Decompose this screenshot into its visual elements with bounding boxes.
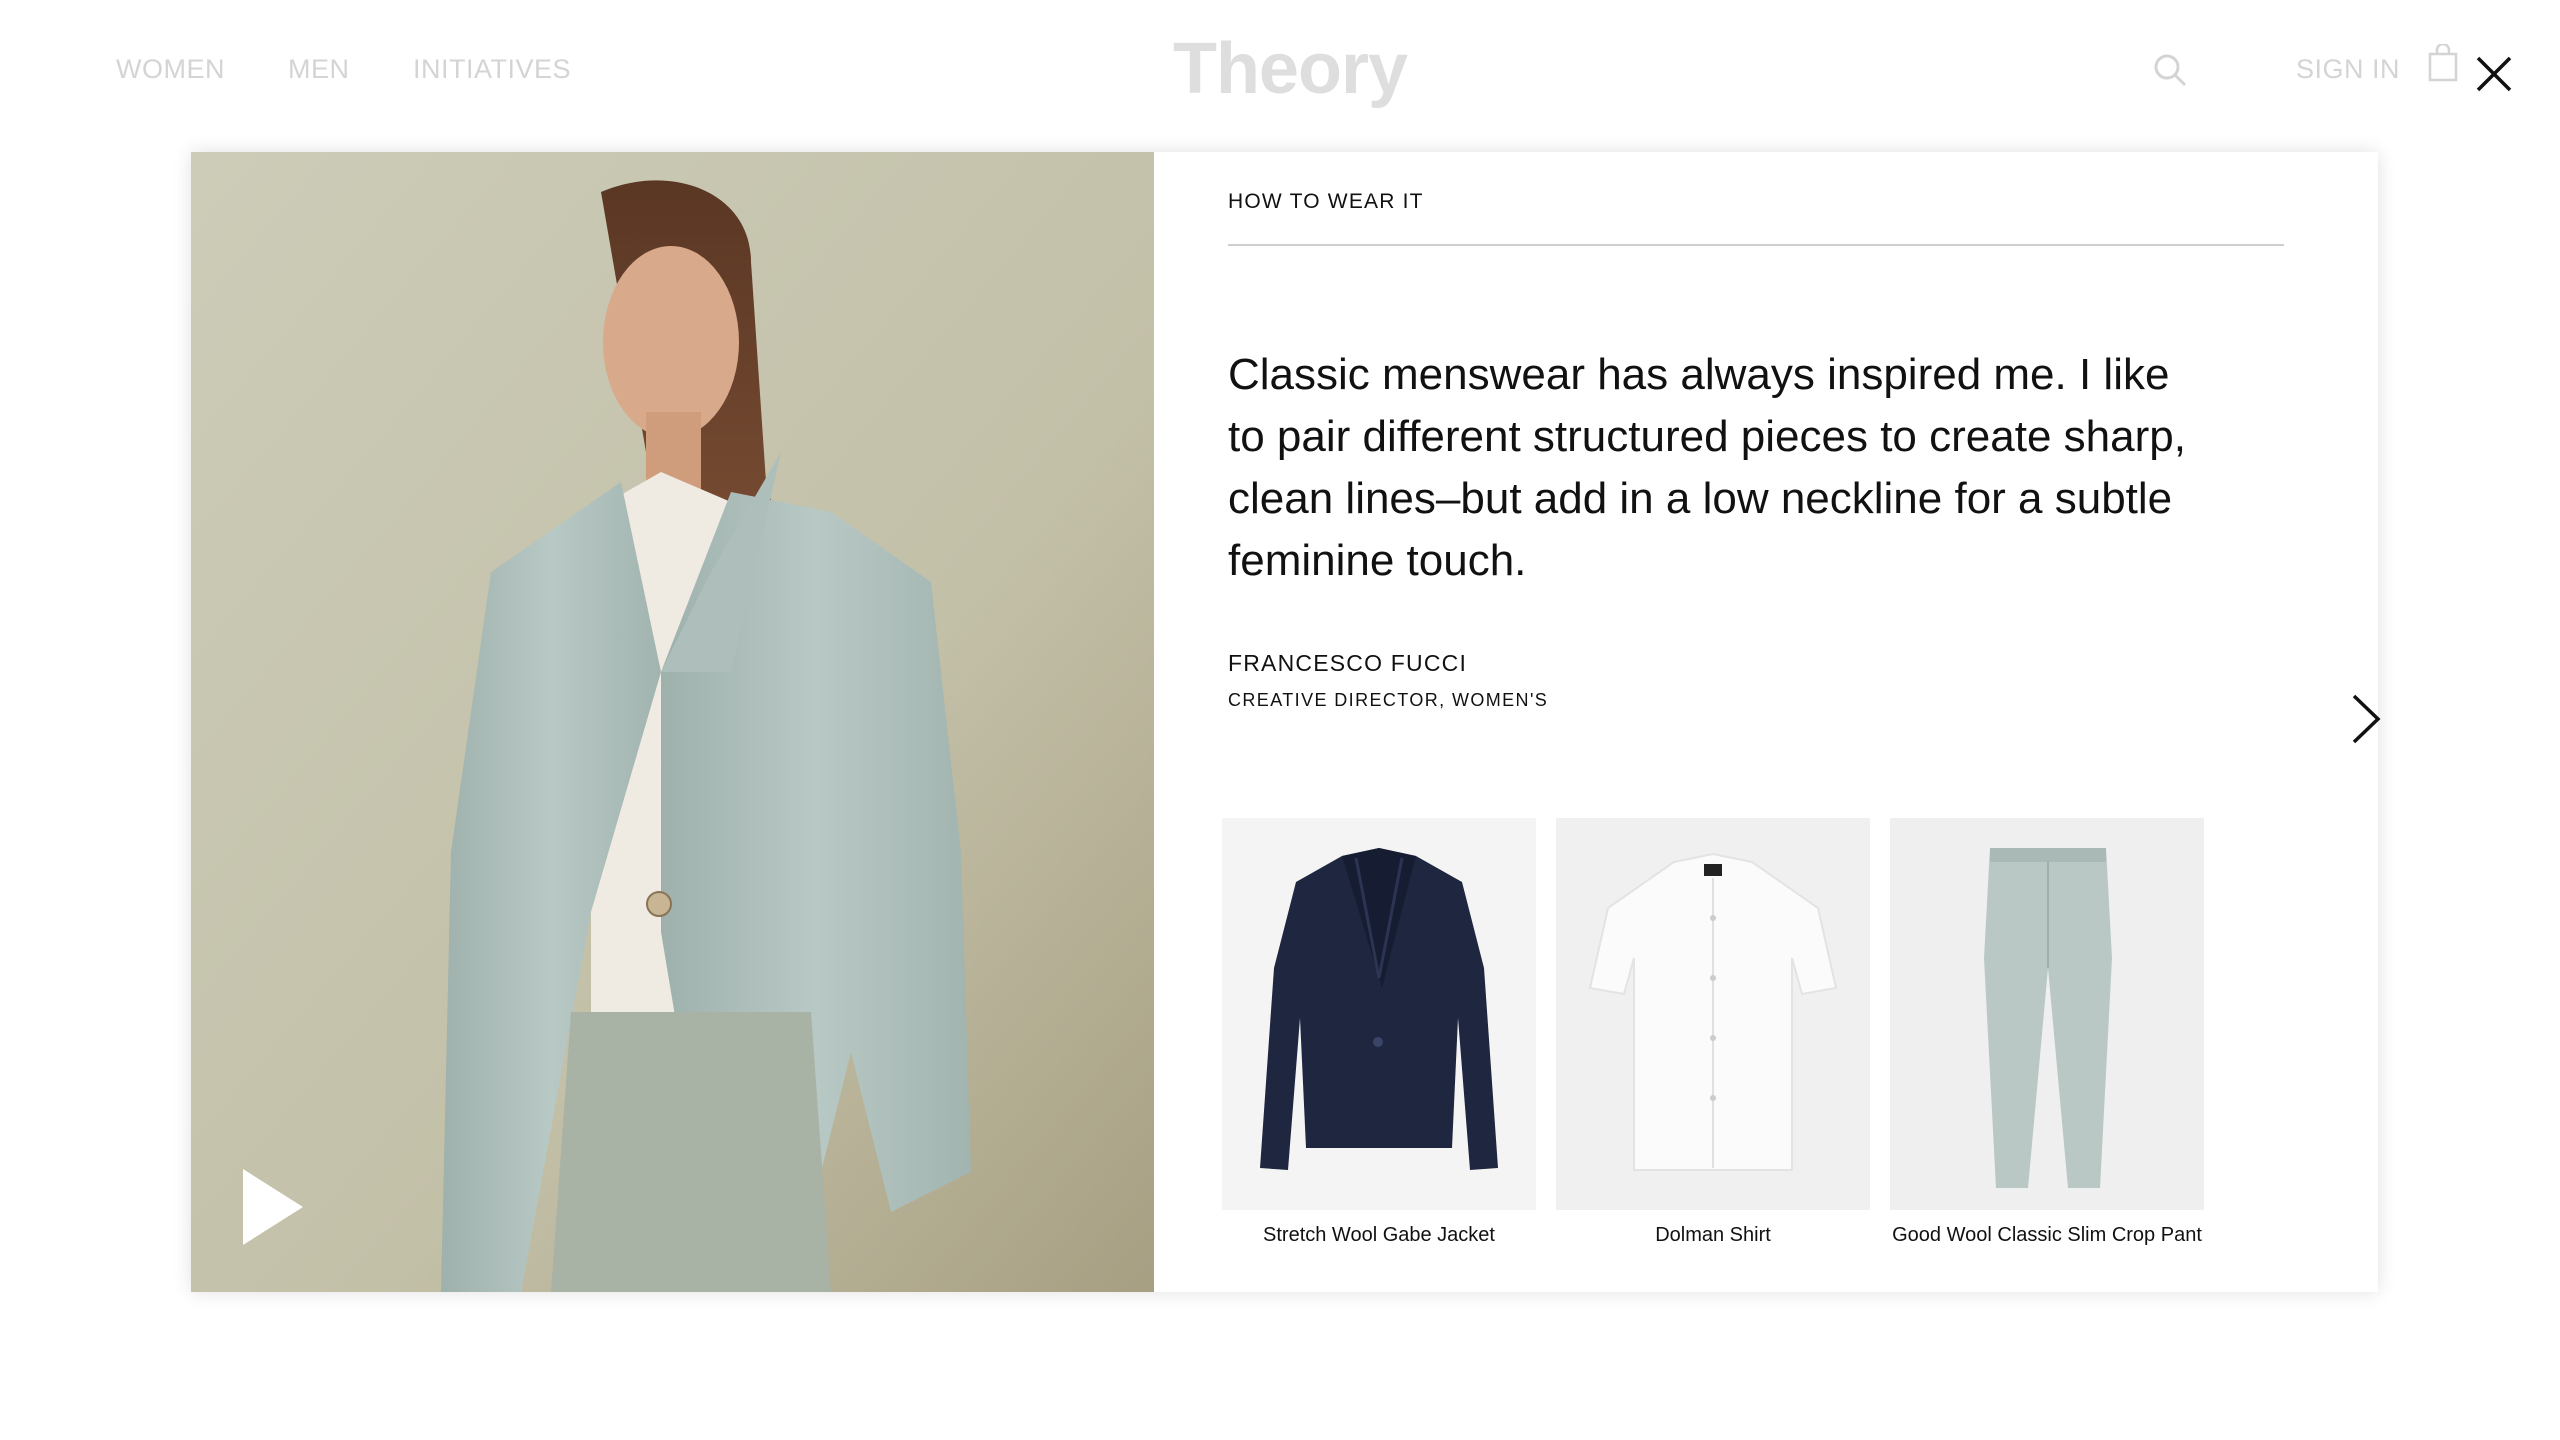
brand-logo[interactable]: Theory [1160,28,1420,110]
how-to-wear-modal: HOW TO WEAR IT Classic menswear has alwa… [191,152,2381,1292]
product-image-navy-blazer[interactable] [1222,818,1536,1210]
chevron-right-icon[interactable] [2348,692,2384,746]
designer-quote: Classic menswear has always inspired me.… [1228,350,2186,585]
product-image-mint-crop-pant[interactable] [1890,818,2204,1210]
product-name[interactable]: Stretch Wool Gabe Jacket [1222,1224,1536,1247]
section-eyebrow: HOW TO WEAR IT [1228,190,1424,213]
product-name[interactable]: Dolman Shirt [1556,1224,1870,1247]
nav-men[interactable]: MEN [288,54,350,85]
nav-initiatives[interactable]: INITIATIVES [413,54,571,85]
product-card[interactable]: Stretch Wool Gabe Jacket [1222,818,1536,1247]
author-title: CREATIVE DIRECTOR, WOMEN'S [1228,690,1549,710]
editorial-video-poster[interactable] [191,152,1154,1292]
nav-women[interactable]: WOMEN [116,54,225,85]
play-icon[interactable] [241,1167,305,1247]
search-icon[interactable] [2152,52,2188,88]
close-icon[interactable] [2474,54,2514,94]
author-name: FRANCESCO FUCCI [1228,650,1468,676]
divider [1228,244,2284,246]
shopping-bag-icon[interactable] [2428,44,2458,82]
model-photo [191,152,1154,1292]
sign-in-link[interactable]: SIGN IN [2296,54,2400,85]
product-card[interactable]: Dolman Shirt [1556,818,1870,1247]
product-image-white-shirt[interactable] [1556,818,1870,1210]
site-header: WOMEN MEN INITIATIVES Theory SIGN IN [0,0,2560,140]
product-name[interactable]: Good Wool Classic Slim Crop Pant [1890,1224,2204,1247]
product-card[interactable]: Good Wool Classic Slim Crop Pant [1890,818,2204,1247]
